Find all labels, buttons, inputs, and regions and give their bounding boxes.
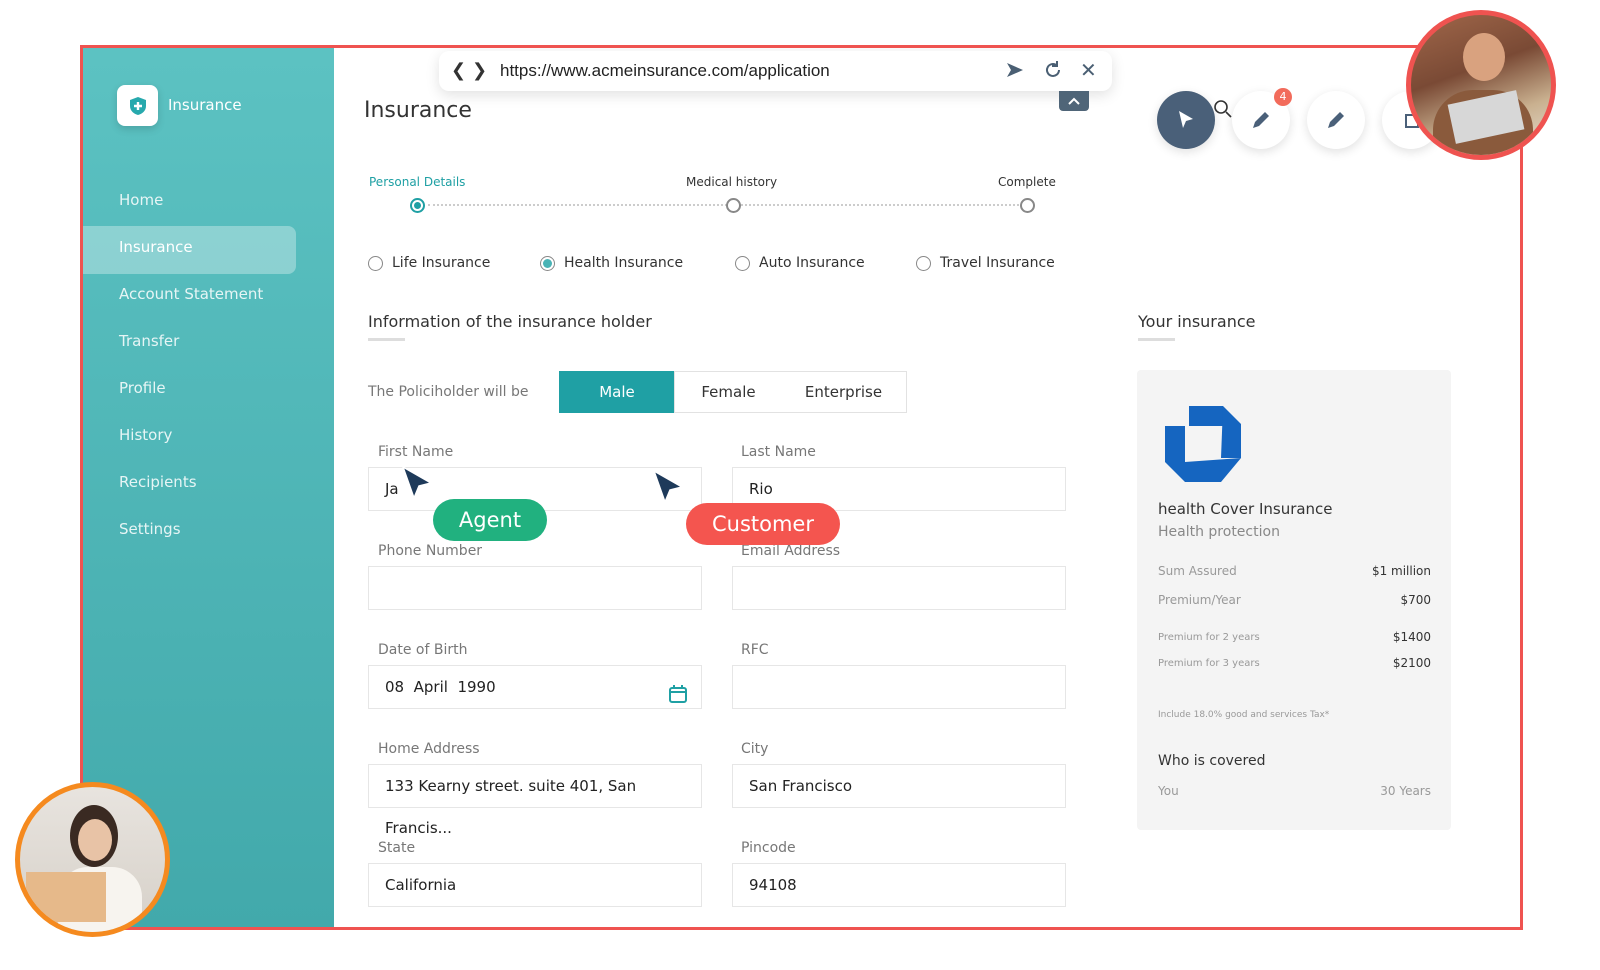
pen-icon	[1328, 112, 1344, 128]
agent-cursor-icon	[400, 465, 436, 505]
radio-icon	[540, 255, 555, 271]
draw-tool-button[interactable]	[1307, 91, 1365, 149]
forward-icon[interactable]: ❯	[472, 60, 487, 81]
send-icon[interactable]	[1005, 60, 1025, 84]
radio-travel-insurance[interactable]: Travel Insurance	[916, 255, 1055, 271]
collapse-bar-button[interactable]	[1059, 91, 1089, 111]
email-label: Email Address	[741, 543, 841, 559]
sum-assured-value: $1 million	[1371, 564, 1431, 578]
radio-icon	[368, 255, 383, 271]
sidebar-item-profile[interactable]: Profile	[119, 379, 166, 397]
address-bar: ❮ ❯ https://www.acmeinsurance.com/applic…	[439, 51, 1112, 91]
radio-auto-insurance[interactable]: Auto Insurance	[735, 255, 865, 271]
city-field[interactable]: San Francisco	[732, 764, 1066, 808]
male-option[interactable]: Male	[559, 371, 675, 413]
refresh-icon[interactable]	[1043, 60, 1063, 84]
plan-subtitle: Health protection	[1158, 524, 1280, 540]
holder-section-title: Information of the insurance holder	[368, 312, 652, 331]
section-underline	[1138, 338, 1175, 341]
main-content: ❮ ❯ https://www.acmeinsurance.com/applic…	[334, 48, 1520, 927]
female-option[interactable]: Female	[674, 371, 782, 413]
premium-3y-value: $2100	[1392, 656, 1431, 670]
last-name-label: Last Name	[741, 444, 816, 460]
sidebar-item-recipients[interactable]: Recipients	[119, 473, 197, 491]
enterprise-option[interactable]: Enterprise	[781, 371, 907, 413]
zoom-icon[interactable]	[1212, 98, 1234, 124]
insurance-summary-card: health Cover Insurance Health protection…	[1137, 370, 1451, 830]
page-title: Insurance	[364, 98, 472, 123]
step-complete[interactable]: Complete	[998, 175, 1056, 189]
state-field[interactable]: California	[368, 863, 702, 907]
phone-field[interactable]	[368, 566, 702, 610]
close-icon[interactable]: ✕	[1080, 58, 1097, 82]
calendar-icon[interactable]	[668, 678, 688, 720]
your-insurance-title: Your insurance	[1138, 312, 1256, 331]
address-field[interactable]: 133 Kearny street. suite 401, San Franci…	[368, 764, 702, 837]
step-dot-2	[726, 198, 741, 213]
policyholder-label: The Policiholder will be	[368, 384, 529, 400]
dob-label: Date of Birth	[378, 642, 468, 658]
brand-name: Insurance	[168, 96, 242, 114]
radio-label: Health Insurance	[564, 255, 684, 271]
dob-value: 08 April 1990	[385, 678, 496, 696]
phone-label: Phone Number	[378, 543, 483, 559]
radio-label: Travel Insurance	[940, 255, 1055, 271]
notification-badge: 4	[1274, 88, 1292, 106]
shield-logo-icon	[117, 85, 158, 126]
agent-label: Agent	[433, 499, 547, 541]
sidebar-item-history[interactable]: History	[119, 426, 172, 444]
state-label: State	[378, 840, 416, 856]
first-name-label: First Name	[378, 444, 454, 460]
pincode-field[interactable]: 94108	[732, 863, 1066, 907]
sidebar-item-home[interactable]: Home	[119, 191, 163, 209]
address-label: Home Address	[378, 741, 480, 757]
radio-health-insurance[interactable]: Health Insurance	[540, 255, 683, 271]
insurer-logo-icon	[1163, 404, 1243, 488]
premium-2y-value: $1400	[1392, 630, 1431, 644]
pencil-icon	[1253, 112, 1269, 128]
plan-name: health Cover Insurance	[1158, 500, 1333, 518]
radio-label: Life Insurance	[392, 255, 491, 271]
sidebar-item-account-statement[interactable]: Account Statement	[119, 285, 263, 303]
sidebar-item-insurance[interactable]: Insurance	[119, 238, 193, 256]
back-icon[interactable]: ❮	[451, 60, 466, 81]
tax-note: Include 18.0% good and services Tax*	[1158, 710, 1330, 720]
agent-avatar	[1406, 10, 1556, 160]
covered-who: You	[1158, 784, 1179, 798]
step-dot-3	[1020, 198, 1035, 213]
step-dot-1	[410, 198, 425, 213]
rfc-label: RFC	[741, 642, 769, 658]
step-medical-history[interactable]: Medical history	[686, 175, 777, 189]
covered-title: Who is covered	[1158, 753, 1266, 769]
cursor-icon	[1179, 111, 1193, 128]
customer-cursor-icon	[651, 469, 687, 509]
premium-3y-label: Premium for 3 years	[1158, 658, 1260, 669]
premium-year-label: Premium/Year	[1158, 593, 1241, 607]
step-personal-details[interactable]: Personal Details	[369, 175, 465, 189]
email-field[interactable]	[732, 566, 1066, 610]
city-label: City	[741, 741, 769, 757]
covered-age: 30 Years	[1380, 784, 1431, 798]
premium-year-value: $700	[1400, 593, 1431, 607]
pointer-tool-button[interactable]	[1157, 91, 1215, 149]
radio-life-insurance[interactable]: Life Insurance	[368, 255, 490, 271]
sidebar-item-settings[interactable]: Settings	[119, 520, 181, 538]
premium-2y-label: Premium for 2 years	[1158, 632, 1260, 643]
radio-label: Auto Insurance	[759, 255, 865, 271]
app-window: Insurance Home Insurance Account Stateme…	[80, 45, 1523, 930]
sum-assured-label: Sum Assured	[1158, 564, 1237, 578]
radio-icon	[916, 255, 931, 271]
customer-avatar	[15, 782, 170, 937]
url-input[interactable]: https://www.acmeinsurance.com/applicatio…	[500, 61, 830, 81]
rfc-field[interactable]	[732, 665, 1066, 709]
dob-field[interactable]: 08 April 1990	[368, 665, 702, 709]
pincode-label: Pincode	[741, 840, 796, 856]
radio-icon	[735, 255, 750, 271]
customer-label: Customer	[686, 503, 840, 545]
sidebar-item-transfer[interactable]: Transfer	[119, 332, 179, 350]
section-underline	[368, 338, 405, 341]
